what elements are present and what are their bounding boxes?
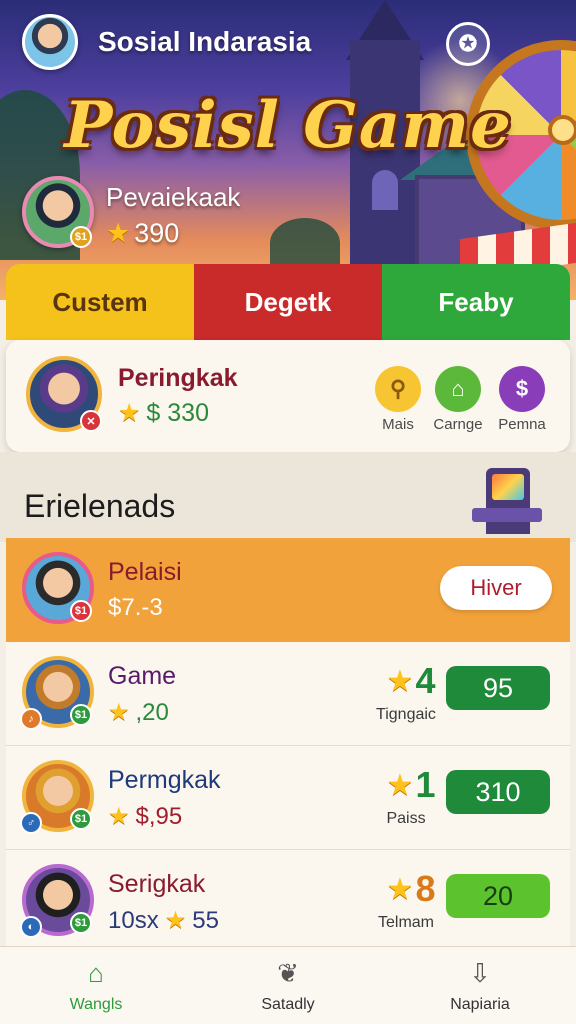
star-icon: ★ <box>386 872 414 906</box>
nav-label: Satadly <box>261 995 315 1013</box>
player-sub: 10sx ★ 55 <box>108 906 219 935</box>
rank: ★ 4 <box>366 660 456 702</box>
hiver-button[interactable]: Hiver <box>440 566 552 610</box>
level-badge-icon: $1 <box>70 704 92 726</box>
mais-label: Mais <box>382 416 414 433</box>
rank-label: Telmam <box>377 914 434 931</box>
score-pill[interactable]: 95 <box>446 666 550 710</box>
table-row[interactable]: ◐ $1 Serigkak 10sx ★ 55 ★ 8 Telmam 20 <box>6 850 570 954</box>
rank-label: Tigngaic <box>376 706 436 723</box>
pemna-button[interactable]: $ Pemna <box>494 366 550 433</box>
star-icon: ★ <box>164 907 187 934</box>
app-title: Sosial Indarasia <box>98 26 312 57</box>
player-sub-value: ,20 <box>135 698 169 726</box>
rank: ★ 1 <box>366 764 456 806</box>
profile-score-value: $ 330 <box>146 398 209 427</box>
rank-label: Paiss <box>386 810 426 827</box>
palm-tree-illustration <box>270 218 340 268</box>
tab-degetk[interactable]: Degetk <box>194 264 382 340</box>
badge-icon: ♪ <box>20 708 42 730</box>
badge-icon: ✕ <box>80 410 102 432</box>
level-badge-icon: $1 <box>70 226 92 248</box>
shop-icon: ⌂ <box>435 366 481 412</box>
dollar-icon: $ <box>499 366 545 412</box>
level-badge-icon: $1 <box>70 600 92 622</box>
player-name: Permgkak <box>108 766 221 794</box>
nav-label: Wangls <box>69 995 123 1013</box>
star-icon: ★ <box>106 218 131 248</box>
carnge-label: Carnge <box>433 416 483 433</box>
badge-icon: ◐ <box>20 916 42 938</box>
section-title: Erielenads <box>24 488 176 524</box>
star-icon: ★ <box>386 664 414 698</box>
level-badge-icon: $1 <box>70 912 92 934</box>
leaf-icon: ❦ <box>277 958 299 988</box>
star-icon: ★ <box>386 768 414 802</box>
nav-napiaria[interactable]: ⇩ Napiaria <box>384 947 576 1024</box>
nav-satadly[interactable]: ❦ Satadly <box>192 947 384 1024</box>
player-name: Pevaiekaak <box>106 182 241 212</box>
tower-window-illustration <box>372 170 398 210</box>
player-name: Serigkak <box>108 870 206 898</box>
player-name: Game <box>108 662 177 690</box>
bottom-nav: ⌂ Wangls ❦ Satadly ⇩ Napiaria <box>0 946 576 1024</box>
rank-value: 1 <box>415 764 436 805</box>
player-score: ★ 390 <box>106 218 179 249</box>
player-sub-value: 55 <box>192 906 219 934</box>
tab-bar: Custem Degetk Feaby <box>6 264 570 340</box>
highlight-row[interactable]: $1 Pelaisi $7.-3 Hiver <box>6 538 570 642</box>
table-row[interactable]: ♪ $1 Game ★ ,20 ★ 4 Tigngaic 95 <box>6 642 570 746</box>
player-sub-value: $,95 <box>135 802 183 830</box>
score-pill[interactable]: 20 <box>446 874 550 918</box>
player-score-value: 390 <box>134 218 180 248</box>
nav-label: Napiaria <box>450 995 510 1013</box>
table-row[interactable]: ♂ $1 Permgkak ★ $,95 ★ 1 Paiss 310 <box>6 746 570 850</box>
user-avatar[interactable] <box>22 14 78 70</box>
profile-score: ★ $ 330 <box>118 398 209 428</box>
rank: ★ 8 <box>366 868 456 910</box>
score-pill[interactable]: 310 <box>446 770 550 814</box>
mais-button[interactable]: ⚲ Mais <box>370 366 426 433</box>
player-sub: ★ ,20 <box>108 698 169 727</box>
reward-icon[interactable]: ✪ <box>446 22 490 66</box>
profile-card: ✕ Peringkak ★ $ 330 ⚲ Mais ⌂ Carnge $ Pe… <box>6 340 570 452</box>
star-icon: ★ <box>108 699 130 726</box>
player-name: Pelaisi <box>108 558 182 586</box>
rank-value: 8 <box>415 868 436 909</box>
search-icon: ⚲ <box>375 366 421 412</box>
tab-custem[interactable]: Custem <box>6 264 194 340</box>
arcade-machine-icon <box>472 468 542 534</box>
tab-feaby[interactable]: Feaby <box>382 264 570 340</box>
player-value: $7.-3 <box>108 594 163 621</box>
rank-value: 4 <box>415 660 436 701</box>
home-icon: ⌂ <box>88 958 104 988</box>
download-icon: ⇩ <box>469 958 491 988</box>
pemna-label: Pemna <box>498 416 546 433</box>
badge-icon: ♂ <box>20 812 42 834</box>
star-icon: ★ <box>108 803 130 830</box>
carnge-button[interactable]: ⌂ Carnge <box>430 366 486 433</box>
profile-name: Peringkak <box>118 364 238 392</box>
star-icon: ★ <box>118 399 141 427</box>
level-badge-icon: $1 <box>70 808 92 830</box>
nav-wangls[interactable]: ⌂ Wangls <box>0 947 192 1024</box>
player-sub-prefix: 10sx <box>108 906 159 934</box>
game-title: Posisl Game <box>64 88 512 163</box>
player-sub: ★ $,95 <box>108 802 182 831</box>
